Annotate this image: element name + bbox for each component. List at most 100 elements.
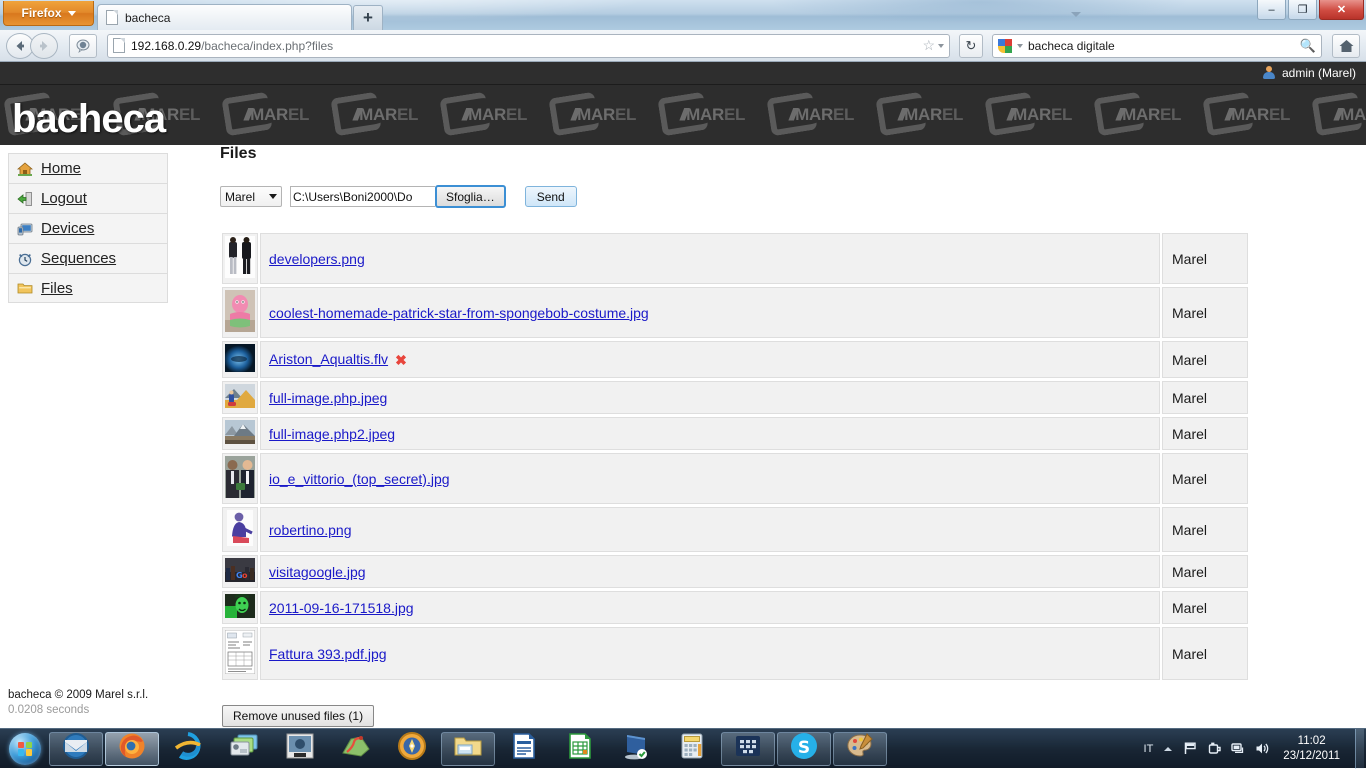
- file-link[interactable]: coolest-homemade-patrick-star-from-spong…: [269, 305, 649, 321]
- show-hidden-icons-chevron-icon[interactable]: [1162, 743, 1174, 755]
- file-link[interactable]: full-image.php.jpeg: [269, 390, 387, 406]
- taskbar-item-file-explorer[interactable]: [441, 732, 495, 766]
- file-path-input[interactable]: C:\Users\Boni2000\Do: [290, 186, 435, 207]
- taskbar-item-writer[interactable]: [497, 732, 551, 766]
- taskbar-item-calc[interactable]: [553, 732, 607, 766]
- file-link[interactable]: full-image.php2.jpeg: [269, 426, 395, 442]
- remove-unused-files-button[interactable]: Remove unused files (1): [222, 705, 374, 727]
- clock[interactable]: 11:02 23/12/2011: [1279, 734, 1346, 764]
- taskbar-item-camera-viewer[interactable]: [273, 732, 327, 766]
- file-link[interactable]: robertino.png: [269, 522, 352, 538]
- file-name-cell: io_e_vittorio_(top_secret).jpg: [260, 453, 1160, 504]
- sidebar-link-devices[interactable]: Devices: [41, 220, 94, 237]
- site-identity-button[interactable]: [69, 34, 97, 58]
- sidebar-item-logout[interactable]: Logout: [8, 183, 168, 213]
- sidebar-link-home[interactable]: Home: [41, 160, 81, 177]
- sequences-icon: [17, 251, 33, 267]
- new-tab-button[interactable]: +: [353, 5, 383, 30]
- forward-button[interactable]: [30, 33, 58, 59]
- file-thumbnail-cell: [222, 417, 258, 450]
- taskbar-item-remote-desktop[interactable]: [609, 732, 663, 766]
- files-icon: [17, 280, 33, 296]
- reload-icon: ↻: [966, 38, 977, 54]
- action-center-flag-icon[interactable]: [1183, 741, 1198, 756]
- file-name-cell: Fattura 393.pdf.jpg: [260, 627, 1160, 680]
- taskbar-item-firefox[interactable]: [105, 732, 159, 766]
- clock-date: 23/12/2011: [1283, 749, 1340, 764]
- sidebar-link-files[interactable]: Files: [41, 280, 73, 297]
- navigation-toolbar: 192.168.0.29/bacheca/index.php?files ☆ ↻…: [0, 30, 1366, 62]
- taskbar-item-blackberry[interactable]: [721, 732, 775, 766]
- page-title: Files: [220, 145, 1356, 163]
- start-button[interactable]: [2, 731, 48, 767]
- minimize-button[interactable]: –: [1257, 0, 1286, 20]
- owner-select[interactable]: Marel: [220, 186, 282, 207]
- chevron-down-icon[interactable]: [1017, 44, 1023, 48]
- language-indicator[interactable]: IT: [1144, 743, 1154, 755]
- file-owner-cell: Marel: [1162, 591, 1248, 624]
- volume-icon[interactable]: [1255, 741, 1270, 756]
- browse-button[interactable]: Sfoglia…: [435, 185, 506, 208]
- file-name-cell: 2011-09-16-171518.jpg: [260, 591, 1160, 624]
- tab-list-caret-icon[interactable]: [1071, 12, 1081, 17]
- camera-viewer-icon: [285, 731, 315, 766]
- search-icon[interactable]: 🔍: [1300, 38, 1316, 54]
- marel-wordmark: ///MAREL: [244, 105, 309, 125]
- firefox-menu-button[interactable]: Firefox: [3, 1, 94, 26]
- taskbar-item-thunderbird[interactable]: [49, 732, 103, 766]
- reload-button[interactable]: ↻: [959, 34, 983, 58]
- send-label: Send: [537, 190, 565, 204]
- taskbar-item-photo-gallery[interactable]: [217, 732, 271, 766]
- marel-watermark-icon: ///MAREL: [1308, 85, 1366, 145]
- browser-tab-bacheca[interactable]: bacheca: [97, 4, 352, 30]
- table-row: full-image.php2.jpegMarel: [222, 417, 1248, 450]
- firefox-icon: [117, 731, 147, 766]
- upload-toolbar: Marel C:\Users\Boni2000\Do Sfoglia… Send: [220, 185, 1356, 208]
- home-button[interactable]: [1332, 34, 1360, 58]
- show-desktop-button[interactable]: [1355, 729, 1364, 769]
- file-link[interactable]: visitagoogle.jpg: [269, 564, 366, 580]
- sidebar-link-logout[interactable]: Logout: [41, 190, 87, 207]
- marel-wordmark: ///MAREL: [789, 105, 854, 125]
- taskbar-item-maps[interactable]: [329, 732, 383, 766]
- file-link[interactable]: 2011-09-16-171518.jpg: [269, 600, 414, 616]
- sidebar-item-home[interactable]: Home: [8, 153, 168, 183]
- close-window-button[interactable]: ✕: [1319, 0, 1364, 20]
- delete-file-icon[interactable]: ✖: [395, 352, 407, 369]
- send-button[interactable]: Send: [525, 186, 577, 207]
- globe-bubble-icon: [75, 38, 91, 54]
- page-icon: [106, 10, 118, 25]
- table-row: io_e_vittorio_(top_secret).jpgMarel: [222, 453, 1248, 504]
- marel-wordmark: ///MAREL: [571, 105, 636, 125]
- back-arrow-icon: [12, 38, 28, 54]
- taskbar-item-calculator[interactable]: [665, 732, 719, 766]
- taskbar-item-internet-explorer[interactable]: [161, 732, 215, 766]
- maximize-restore-button[interactable]: ❐: [1288, 0, 1317, 20]
- admin-bar: admin (Marel): [0, 62, 1366, 85]
- file-link[interactable]: io_e_vittorio_(top_secret).jpg: [269, 471, 450, 487]
- sidebar-link-sequences[interactable]: Sequences: [41, 250, 116, 267]
- file-link[interactable]: developers.png: [269, 251, 365, 267]
- owner-select-value: Marel: [225, 190, 255, 204]
- maps-icon: [341, 731, 371, 766]
- copyright-text: bacheca © 2009 Marel s.r.l.: [8, 688, 148, 704]
- two-people-standing-thumbnail-icon: [225, 236, 255, 281]
- search-input[interactable]: bacheca digitale: [1028, 39, 1115, 53]
- sidebar-item-files[interactable]: Files: [8, 273, 168, 303]
- two-men-suits-thumbnail-icon: [225, 456, 255, 501]
- bookmark-star-icon[interactable]: ☆: [922, 37, 944, 54]
- marel-wordmark: ///MAREL: [353, 105, 418, 125]
- safely-remove-hardware-icon[interactable]: [1207, 741, 1222, 756]
- marel-watermark-icon: ///MAREL: [1199, 85, 1308, 145]
- network-icon[interactable]: [1231, 741, 1246, 756]
- tab-label: bacheca: [125, 11, 170, 25]
- taskbar-item-paint[interactable]: [833, 732, 887, 766]
- file-link[interactable]: Fattura 393.pdf.jpg: [269, 646, 387, 662]
- file-link[interactable]: Ariston_Aqualtis.flv: [269, 351, 388, 367]
- search-bar[interactable]: bacheca digitale 🔍: [992, 34, 1322, 58]
- sidebar-item-devices[interactable]: Devices: [8, 213, 168, 243]
- url-bar[interactable]: 192.168.0.29/bacheca/index.php?files ☆: [107, 34, 950, 58]
- taskbar-item-skype[interactable]: S: [777, 732, 831, 766]
- sidebar-item-sequences[interactable]: Sequences: [8, 243, 168, 273]
- taskbar-item-compass[interactable]: [385, 732, 439, 766]
